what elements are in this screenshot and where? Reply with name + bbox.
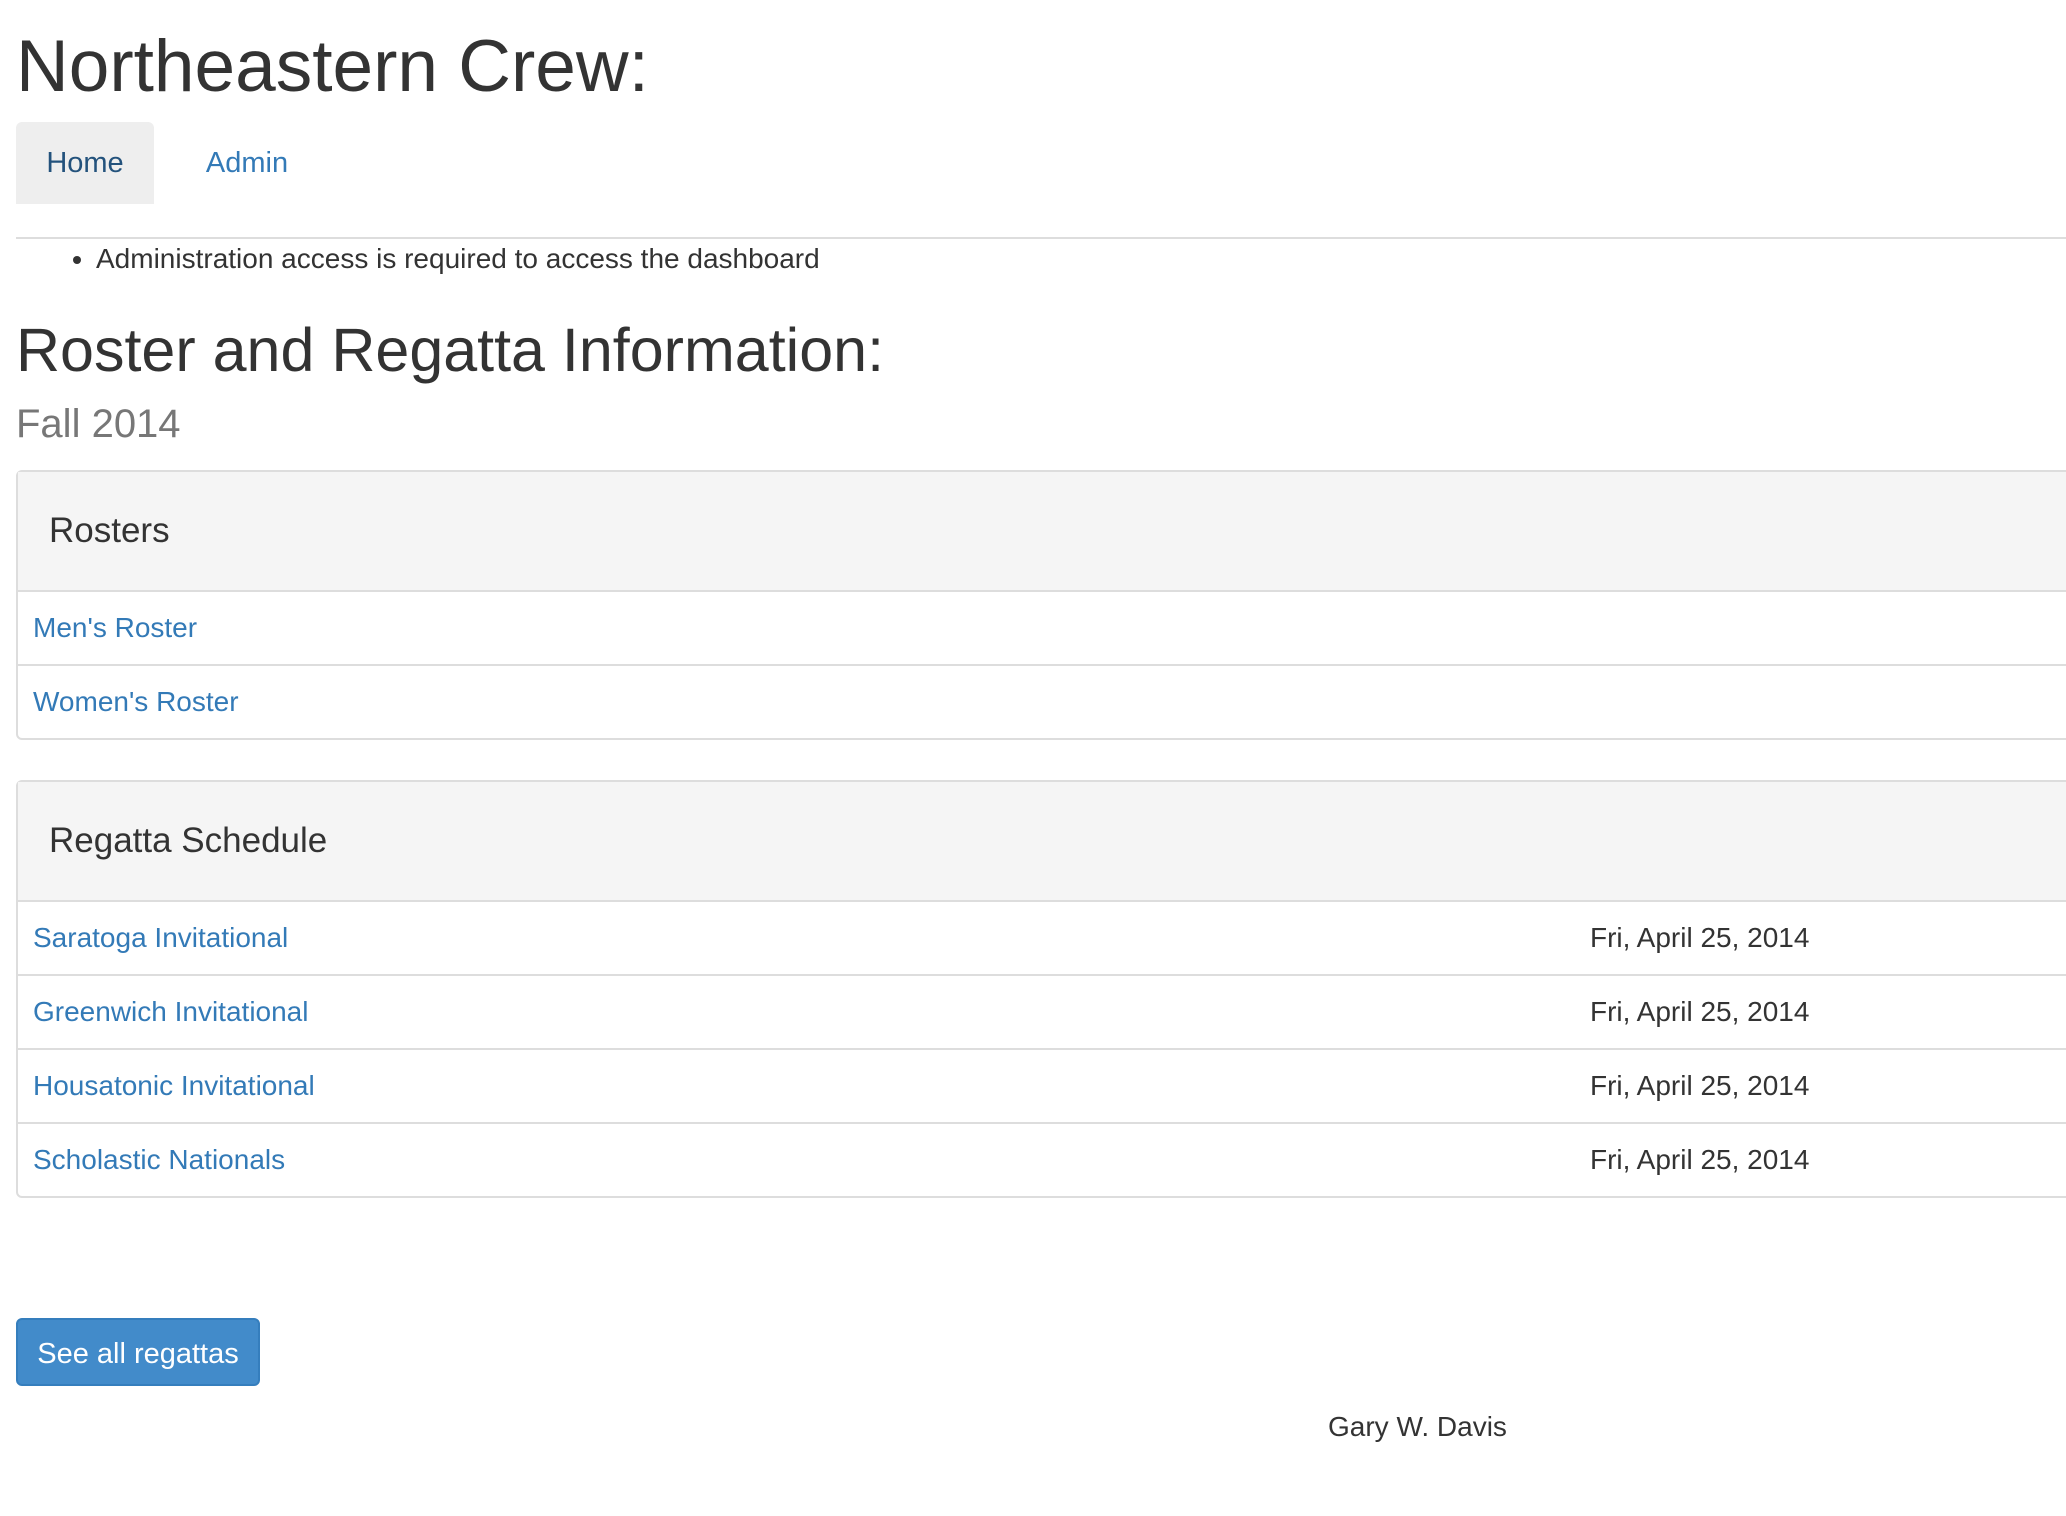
page-title: Roster and Regatta Information: xyxy=(16,316,885,384)
regatta-link[interactable]: Scholastic Nationals xyxy=(33,1124,285,1196)
mens-roster-link[interactable]: Men's Roster xyxy=(33,592,197,664)
see-all-regattas-button[interactable]: See all regattas xyxy=(16,1318,260,1386)
womens-roster-link[interactable]: Women's Roster xyxy=(33,666,239,738)
notice-list: Administration access is required to acc… xyxy=(56,236,820,282)
regatta-schedule-panel: Regatta Schedule Saratoga Invitational F… xyxy=(16,780,2066,1198)
regatta-link[interactable]: Greenwich Invitational xyxy=(33,976,308,1048)
table-row: Greenwich Invitational Fri, April 25, 20… xyxy=(18,976,2066,1050)
notice-item: Administration access is required to acc… xyxy=(96,236,820,282)
table-row: Scholastic Nationals Fri, April 25, 2014 xyxy=(18,1124,2066,1196)
page: Northeastern Crew: Home Admin Administra… xyxy=(0,0,2066,1516)
regatta-link[interactable]: Housatonic Invitational xyxy=(33,1050,315,1122)
site-title: Northeastern Crew: xyxy=(16,26,649,107)
season-subtitle: Fall 2014 xyxy=(16,402,181,446)
rosters-panel: Rosters Men's Roster Women's Roster xyxy=(16,470,2066,740)
schedule-panel-heading: Regatta Schedule xyxy=(18,782,2066,902)
rosters-heading: Rosters xyxy=(49,511,170,550)
table-row: Housatonic Invitational Fri, April 25, 2… xyxy=(18,1050,2066,1124)
list-item: Men's Roster xyxy=(18,592,2066,666)
nav-tabs: Home Admin xyxy=(16,122,2066,239)
regatta-date: Fri, April 25, 2014 xyxy=(1590,996,1810,1027)
regatta-date: Fri, April 25, 2014 xyxy=(1590,1144,1810,1175)
footer-author: Gary W. Davis xyxy=(1328,1411,1507,1442)
list-item: Women's Roster xyxy=(18,666,2066,738)
regatta-date: Fri, April 25, 2014 xyxy=(1590,1070,1810,1101)
schedule-heading: Regatta Schedule xyxy=(49,821,328,860)
regatta-link[interactable]: Saratoga Invitational xyxy=(33,902,288,974)
table-row: Saratoga Invitational Fri, April 25, 201… xyxy=(18,902,2066,976)
regatta-date: Fri, April 25, 2014 xyxy=(1590,922,1810,953)
rosters-panel-heading: Rosters xyxy=(18,472,2066,592)
tab-admin[interactable]: Admin xyxy=(162,122,332,204)
tab-home[interactable]: Home xyxy=(16,122,154,204)
